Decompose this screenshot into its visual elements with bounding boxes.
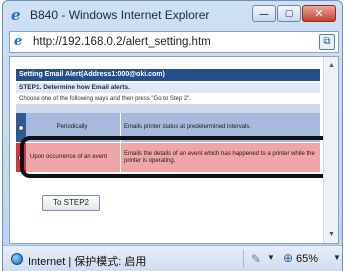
address-bar[interactable]: e http://192.168.0.2/alert_setting.htm ⧉	[9, 31, 339, 53]
title-bar: e B840 - Windows Internet Explorer — ▢ ✕	[3, 1, 342, 29]
vertical-scrollbar[interactable]: ▲ ▼	[323, 57, 338, 243]
window-title: B840 - Windows Internet Explorer	[30, 8, 210, 22]
radio-periodically[interactable]	[18, 125, 24, 131]
page-viewport: Setting Email Alert(Address1:000@oki.com…	[9, 56, 339, 244]
highlight-outline	[20, 136, 338, 178]
compatibility-view-icon[interactable]: ⧉	[319, 34, 335, 50]
step-description: Choose one of the following ways and the…	[19, 96, 192, 102]
window-controls: — ▢ ✕	[252, 5, 336, 22]
globe-icon	[11, 253, 23, 265]
scroll-up-arrow-icon[interactable]: ▲	[325, 59, 338, 72]
minimize-button[interactable]: —	[252, 5, 276, 22]
column-header	[16, 104, 320, 113]
scroll-down-arrow-icon[interactable]: ▼	[325, 228, 338, 241]
zoom-level[interactable]: 65%	[296, 253, 318, 265]
security-zone[interactable]: Internet | 保护模式: 启用	[28, 253, 146, 269]
page-favicon-icon: e	[14, 34, 23, 49]
page-header: Setting Email Alert(Address1:000@oki.com…	[16, 69, 320, 81]
chevron-down-icon[interactable]: ▼	[267, 253, 275, 262]
close-button[interactable]: ✕	[302, 5, 336, 22]
step-title: STEP1. Determine how Email alerts.	[16, 83, 320, 93]
status-separator	[243, 250, 244, 268]
magnifier-icon[interactable]: ⊕	[283, 251, 293, 265]
chevron-down-icon[interactable]: ▼	[333, 253, 341, 262]
to-step2-button[interactable]: To STEP2	[42, 195, 100, 211]
ie-logo-icon: e	[11, 6, 21, 24]
status-bar: Internet | 保护模式: 启用 ✎ ▼ ⊕ 65% ▼	[3, 245, 342, 271]
url-text[interactable]: http://192.168.0.2/alert_setting.htm	[33, 36, 211, 48]
protected-mode-icon[interactable]: ✎	[251, 252, 261, 266]
maximize-button[interactable]: ▢	[277, 5, 301, 22]
browser-window: e B840 - Windows Internet Explorer — ▢ ✕…	[2, 0, 343, 271]
